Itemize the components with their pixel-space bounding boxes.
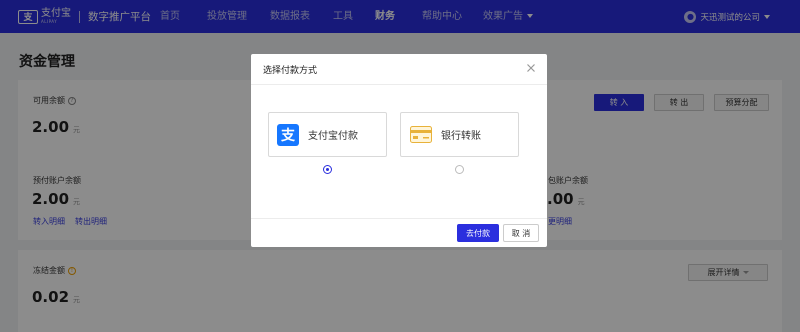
modal-title: 选择付款方式 <box>263 66 318 76</box>
bank-transfer-option-card[interactable]: 银行转账 <box>400 112 519 157</box>
svg-text:支: 支 <box>280 127 296 144</box>
go-pay-button[interactable]: 去付款 <box>457 224 499 242</box>
close-icon[interactable] <box>525 62 537 74</box>
bank-transfer-radio[interactable] <box>455 165 464 174</box>
bank-card-icon <box>410 126 432 143</box>
bank-transfer-option-label: 银行转账 <box>441 131 481 142</box>
alipay-radio[interactable] <box>323 165 332 174</box>
modal-footer-divider <box>251 218 547 219</box>
cancel-button[interactable]: 取 消 <box>503 224 539 242</box>
alipay-option-label: 支付宝付款 <box>308 131 358 142</box>
alipay-icon: 支 <box>277 123 299 146</box>
modal-header-divider <box>251 84 547 85</box>
payment-method-modal: 选择付款方式 支 支付宝付款 银行转账 去付款 取 消 <box>251 54 547 247</box>
alipay-option-card[interactable]: 支 支付宝付款 <box>268 112 387 157</box>
